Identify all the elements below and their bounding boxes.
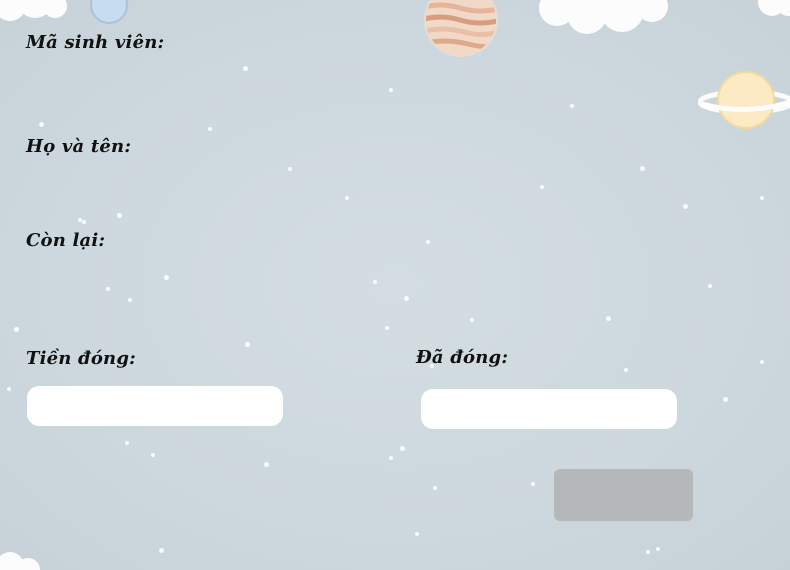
star-dot: [683, 204, 688, 209]
star-dot: [14, 327, 19, 332]
star-dot: [128, 298, 132, 302]
star-dot: [415, 532, 419, 536]
ringed-planet-decoration: [698, 71, 790, 129]
star-dot: [288, 167, 292, 171]
payment-form-screen: Mã sinh viên: Họ và tên: Còn lại: Tiền đ…: [0, 0, 790, 570]
cloud-top-center-decoration: [539, 0, 668, 34]
student-id-label: Mã sinh viên:: [26, 32, 165, 53]
cloud-top-right-decoration: [758, 0, 790, 16]
star-dot: [640, 166, 645, 171]
striped-planet-decoration: [424, 0, 498, 57]
fee-label: Tiền đóng:: [26, 348, 136, 369]
remaining-label: Còn lại:: [26, 230, 106, 251]
star-dot: [389, 88, 393, 92]
star-dot: [39, 122, 44, 127]
cloud-bottom-left-decoration: [0, 552, 40, 570]
star-dot: [208, 127, 212, 131]
star-dot: [404, 296, 409, 301]
star-dot: [389, 456, 393, 460]
star-dot: [117, 213, 122, 218]
star-dot: [723, 397, 728, 402]
star-dot: [245, 342, 250, 347]
star-dot: [433, 486, 437, 490]
star-dot: [540, 185, 544, 189]
star-dot: [606, 316, 611, 321]
fee-input[interactable]: [27, 386, 283, 426]
star-dot: [570, 104, 574, 108]
star-dot: [125, 441, 129, 445]
star-dot: [400, 446, 405, 451]
star-dot: [264, 462, 269, 467]
star-dot: [151, 453, 155, 457]
star-dot: [82, 220, 86, 224]
star-dot: [159, 548, 164, 553]
star-dot: [373, 280, 377, 284]
full-name-label: Họ và tên:: [26, 136, 132, 157]
star-dot: [656, 547, 660, 551]
star-dot: [385, 326, 389, 330]
star-dot: [164, 275, 169, 280]
paid-label: Đã đóng:: [416, 347, 509, 368]
star-dot: [531, 482, 535, 486]
star-dot: [426, 240, 430, 244]
star-dot: [106, 287, 110, 291]
star-dot: [7, 387, 11, 391]
star-dot: [760, 360, 764, 364]
paid-input[interactable]: [421, 389, 677, 429]
blue-planet-decoration: [90, 0, 128, 24]
star-dot: [345, 196, 349, 200]
star-dot: [243, 66, 248, 71]
star-dot: [760, 196, 764, 200]
star-dot: [708, 284, 712, 288]
star-dot: [624, 368, 628, 372]
star-dot: [646, 550, 650, 554]
submit-button[interactable]: [554, 469, 693, 521]
star-dot: [470, 318, 474, 322]
